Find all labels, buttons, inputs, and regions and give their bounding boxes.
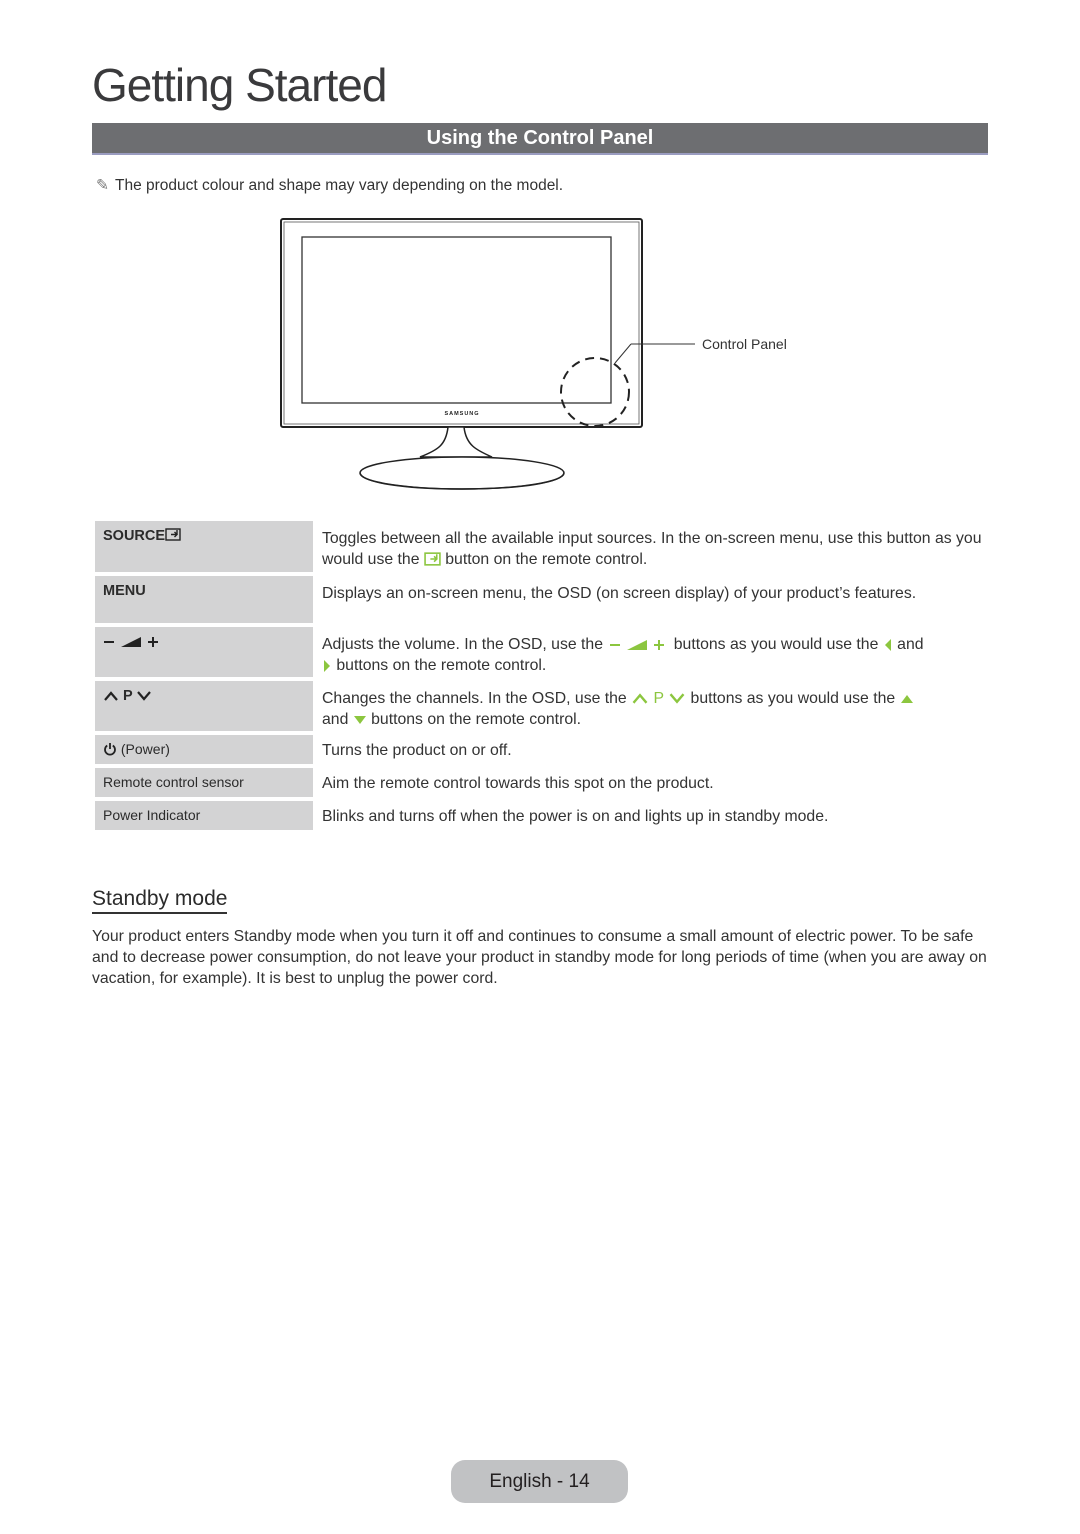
desc-menu: Displays an on-screen menu, the OSD (on … — [322, 585, 917, 602]
desc-text: Toggles between all the available input … — [322, 530, 982, 568]
desc-remote-sensor: Aim the remote control towards this spot… — [322, 775, 714, 792]
pencil-icon: ✎ — [96, 177, 109, 194]
left-arrow-icon — [884, 638, 891, 651]
desc-power: Turns the product on or off. — [322, 742, 512, 759]
key-source: SOURCE — [95, 521, 313, 572]
power-icon — [104, 743, 116, 756]
chevron-up-icon-green — [632, 693, 648, 704]
volume-icon-green — [610, 639, 665, 650]
key-label: P — [123, 688, 133, 704]
note: ✎ The product colour and shape may vary d… — [96, 176, 563, 195]
desc-text: and — [322, 711, 353, 728]
desc-text: buttons as you would use the — [669, 636, 883, 653]
page-number-badge: English - 14 — [451, 1460, 628, 1503]
chapter-title: Getting Started — [92, 59, 387, 111]
desc-text: buttons on the remote control. — [332, 657, 547, 674]
desc-text: button on the remote control. — [440, 551, 648, 568]
desc-text: and — [892, 636, 924, 653]
standby-heading: Standby mode — [92, 887, 228, 914]
desc-volume: Adjusts the volume. In the OSD, use the … — [313, 627, 985, 677]
p-symbol: P — [653, 690, 664, 707]
key-power-indicator: Power Indicator — [95, 801, 313, 830]
standby-paragraph: Your product enters Standby mode when yo… — [92, 928, 987, 987]
table-row: Power Indicator Blinks and turns off whe… — [95, 801, 985, 830]
section-header: Using the Control Panel — [92, 123, 988, 155]
control-panel-label: Control Panel — [702, 336, 787, 352]
monitor-stand — [359, 426, 565, 490]
table-row: (Power) Turns the product on or off. — [95, 735, 985, 764]
brand-logo: SAMSUNG — [444, 411, 479, 417]
desc-source: Toggles between all the available input … — [313, 521, 985, 572]
source-icon-green — [424, 552, 441, 566]
key-menu: MENU — [95, 576, 313, 623]
monitor-diagram: SAMSUNG — [280, 218, 695, 490]
key-remote-sensor: Remote control sensor — [95, 768, 313, 797]
table-row: P Changes the channels. In the OSD, use … — [95, 681, 985, 731]
key-label: (Power) — [120, 741, 170, 757]
key-channel: P — [95, 681, 313, 731]
table-row: MENU Displays an on-screen menu, the OSD… — [95, 576, 985, 623]
source-icon — [165, 528, 181, 541]
chevron-up-icon — [104, 691, 118, 701]
table-row: Adjusts the volume. In the OSD, use the … — [95, 627, 985, 677]
desc-text: buttons as you would use the — [686, 690, 900, 707]
chevron-down-icon-green — [669, 693, 685, 704]
table-row: Remote control sensor Aim the remote con… — [95, 768, 985, 797]
controls-table: SOURCE Toggles between all the available… — [95, 521, 985, 830]
note-text: The product colour and shape may vary de… — [115, 177, 564, 194]
desc-channel: Changes the channels. In the OSD, use th… — [313, 681, 985, 731]
key-label: SOURCE — [103, 528, 166, 544]
key-volume — [95, 627, 313, 677]
desc-text: Changes the channels. In the OSD, use th… — [322, 690, 632, 707]
desc-text: buttons on the remote control. — [366, 711, 582, 728]
down-arrow-icon — [353, 715, 366, 724]
chevron-down-icon — [137, 691, 152, 701]
desc-text: Adjusts the volume. In the OSD, use the — [322, 636, 608, 653]
key-power: (Power) — [95, 735, 313, 764]
table-row: SOURCE Toggles between all the available… — [95, 521, 985, 572]
desc-power-indicator: Blinks and turns off when the power is o… — [322, 808, 829, 825]
volume-icon — [104, 637, 158, 648]
right-arrow-icon — [324, 659, 330, 672]
up-arrow-icon — [900, 694, 913, 703]
monitor-frame — [280, 218, 643, 428]
